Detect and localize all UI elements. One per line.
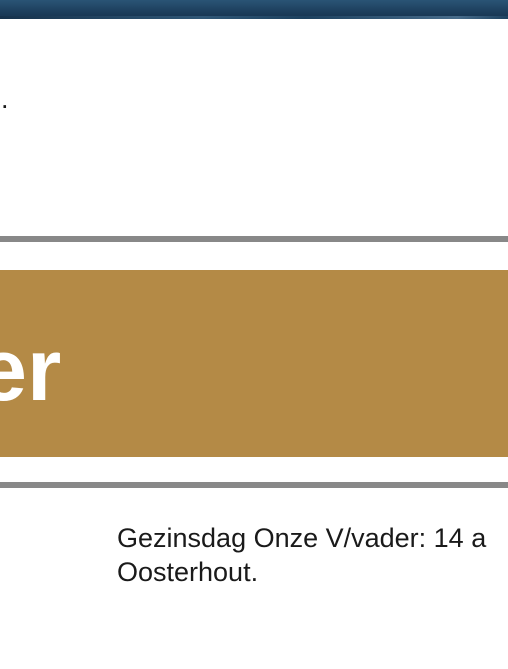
header-banner [0,0,508,19]
divider-top [0,236,508,242]
slide-title: er [0,320,62,419]
body-text: Gezinsdag Onze V/vader: 14 a Oosterhout. [117,521,508,589]
title-bar: er [0,270,508,457]
divider-bottom [0,482,508,488]
body-text-line-1: Gezinsdag Onze V/vader: 14 a [117,523,487,553]
body-text-line-2: Oosterhout. [117,557,259,587]
intro-text-fragment: n. [0,84,9,114]
